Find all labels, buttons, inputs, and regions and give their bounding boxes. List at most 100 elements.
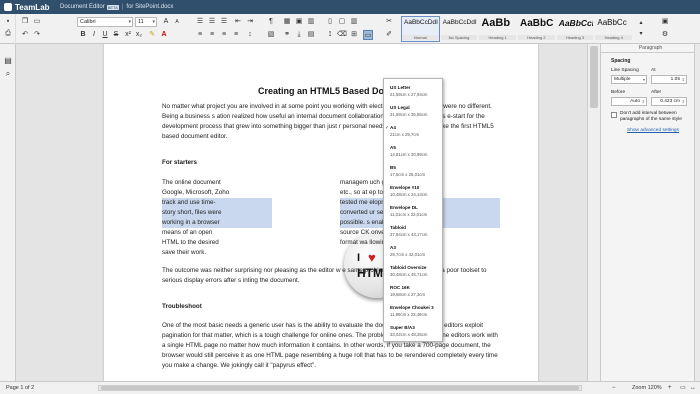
superscript-icon[interactable]: x² <box>123 30 133 40</box>
header-footer-icon[interactable]: ▤ <box>306 30 316 40</box>
badge-i: I <box>357 252 361 264</box>
increase-font-icon[interactable]: A <box>161 17 171 27</box>
multilevel-list-icon[interactable]: ☰ <box>219 17 229 27</box>
style-name: Heading 1 <box>479 35 517 40</box>
document-page[interactable]: Creating an HTML5 Based Do No matter wha… <box>104 44 538 381</box>
column-left: The online document Google, Microsoft, Z… <box>162 178 272 258</box>
underline-button[interactable]: U <box>100 30 110 40</box>
font-color-icon[interactable]: A <box>159 30 169 40</box>
app-title: Document Editor <box>60 4 105 10</box>
increase-indent-icon[interactable]: ⇥ <box>245 17 255 27</box>
page-size-tabloid[interactable]: Tabloid 27,94cm x 43,17cm <box>384 223 442 241</box>
before-spinner[interactable]: Auto ⇕ <box>611 97 647 106</box>
paragraph-settings-panel: Paragraph Spacing Line Spacing At Multip… <box>600 44 700 381</box>
shading-icon[interactable]: ▧ <box>266 30 276 40</box>
font-name-select[interactable]: Calibri ▾ <box>77 17 133 27</box>
align-center-icon[interactable]: ≡ <box>207 30 217 40</box>
vertical-scrollbar[interactable] <box>587 44 600 381</box>
print-icon[interactable]: ⎙ <box>4 30 12 38</box>
bold-button[interactable]: B <box>78 30 88 40</box>
columns-icon[interactable]: ▥ <box>349 17 359 27</box>
numbering-icon[interactable]: ☰ <box>207 17 217 27</box>
styles-scroll-down-icon[interactable]: ▾ <box>636 29 646 39</box>
page-size-us-letter[interactable]: US Letter 21,59cm x 27,94cm <box>384 83 442 101</box>
page-size-name: ROC 16K <box>390 285 410 290</box>
insert-chart-icon[interactable]: ▥ <box>306 17 316 27</box>
fit-width-icon[interactable]: ↔ <box>690 382 696 394</box>
horizontal-scrollbar[interactable] <box>98 385 582 391</box>
page-break-icon[interactable]: ⤓ <box>294 30 304 40</box>
strikethrough-button[interactable]: S <box>111 30 121 40</box>
decrease-font-icon[interactable]: A <box>172 17 182 27</box>
insert-table-icon[interactable]: ▦ <box>282 17 292 27</box>
copy-style-icon[interactable]: ✂ <box>384 17 394 27</box>
page-size-a4[interactable]: ✓ A4 21cm x 29,7cm <box>384 123 442 141</box>
copy-icon[interactable]: ❐ <box>20 17 30 27</box>
italic-button[interactable]: I <box>89 30 99 40</box>
show-advanced-settings-link[interactable]: Show advanced settings <box>627 128 679 133</box>
scrollbar-thumb[interactable] <box>101 386 579 390</box>
scrollbar-thumb[interactable] <box>590 46 598 108</box>
page-size-envelope-dl[interactable]: Envelope DL 11,01cm x 22,01cm <box>384 203 442 221</box>
insert-image-icon[interactable]: ▣ <box>294 17 304 27</box>
highlight-color-icon[interactable]: ✎ <box>147 30 157 40</box>
view-settings-icon[interactable]: ▣ <box>660 17 670 27</box>
at-spinner[interactable]: 1.05 ⇕ <box>651 75 687 84</box>
align-left-icon[interactable]: ≡ <box>195 30 205 40</box>
styles-scroll-up-icon[interactable]: ▴ <box>636 18 646 28</box>
fit-page-icon[interactable]: ▭ <box>680 382 686 394</box>
dropcap-icon[interactable]: ⊞ <box>349 30 359 40</box>
style-normal[interactable]: AaBbCcDdI Normal <box>401 16 440 42</box>
redo-icon[interactable]: ↷ <box>32 30 42 40</box>
line-spacing-icon[interactable]: ↕ <box>245 30 255 40</box>
align-right-icon[interactable]: ≡ <box>219 30 229 40</box>
style-heading-1[interactable]: AaBb Heading 1 <box>478 16 517 42</box>
wrap-icon[interactable]: ⟟ <box>325 30 335 40</box>
document-canvas[interactable]: Creating an HTML5 Based Do No matter wha… <box>16 44 587 381</box>
style-heading-4[interactable]: AaBbCc Heading 4 <box>594 16 633 42</box>
style-heading-2[interactable]: AaBbC Heading 2 <box>517 16 556 42</box>
page-size-name: US Letter <box>390 85 411 90</box>
page-size-envelope-choukei-3[interactable]: Envelope Choukei 3 11,99cm x 23,49cm <box>384 303 442 321</box>
settings-gear-icon[interactable]: ⚙ <box>660 30 670 40</box>
paint-format-icon[interactable]: ✐ <box>384 30 394 40</box>
insert-link-icon[interactable]: ⚭ <box>282 30 292 40</box>
undo-icon[interactable]: ↶ <box>20 30 30 40</box>
zoom-out-icon[interactable]: − <box>612 382 616 394</box>
text-line-selected: working in a browser <box>162 218 272 228</box>
page-size-super-b-a3[interactable]: Super B/A3 33,02cm x 48,25cm <box>384 323 442 341</box>
style-no-spacing[interactable]: AaBbCcDdI No Spacing <box>440 16 479 42</box>
file-menu-icon[interactable]: ▤ <box>3 56 13 66</box>
save-icon[interactable]: ▪ <box>4 18 12 26</box>
line-spacing-select[interactable]: Multiple ▾ <box>611 75 647 84</box>
style-heading-3[interactable]: AaBbCcI Heading 3 <box>556 16 595 42</box>
align-justify-icon[interactable]: ≡ <box>231 30 241 40</box>
margins-icon[interactable]: ▢ <box>337 17 347 27</box>
page-size-button[interactable]: ▭ <box>363 30 373 40</box>
page-size-us-legal[interactable]: US Legal 21,59cm x 35,56cm <box>384 103 442 121</box>
page-size-tabloid-oversize[interactable]: Tabloid Oversize 30,48cm x 45,71cm <box>384 263 442 281</box>
subscript-icon[interactable]: x₂ <box>134 30 144 40</box>
page-size-envelope-10[interactable]: Envelope #10 10,48cm x 24,13cm <box>384 183 442 201</box>
search-icon[interactable]: ⌕ <box>3 69 13 79</box>
page-size-a5[interactable]: A5 14,81cm x 20,99cm <box>384 143 442 161</box>
at-label: At <box>651 68 656 73</box>
app-logo[interactable]: TeamLab <box>4 3 56 12</box>
paste-icon[interactable]: ▭ <box>32 17 42 27</box>
decrease-indent-icon[interactable]: ⇤ <box>233 17 243 27</box>
page-size-name: A4 <box>390 125 396 130</box>
page-size-roc-16k[interactable]: ROC 16K 19,68cm x 27,3cm <box>384 283 442 301</box>
clear-style-icon[interactable]: ⌫ <box>337 30 347 40</box>
bullets-icon[interactable]: ☰ <box>195 17 205 27</box>
orientation-icon[interactable]: ▯ <box>325 17 335 27</box>
zoom-level[interactable]: Zoom 120% <box>632 382 662 394</box>
page-size-dims: 21,59cm x 27,94cm <box>390 92 428 97</box>
page-size-a3[interactable]: A3 29,7cm x 42,01cm <box>384 243 442 261</box>
style-sample: AaBbCc <box>597 18 627 27</box>
no-interval-checkbox[interactable] <box>611 112 617 118</box>
page-size-b5[interactable]: B5 17,6cm x 25,01cm <box>384 163 442 181</box>
zoom-in-icon[interactable]: + <box>668 382 672 394</box>
font-size-select[interactable]: 11 ▾ <box>135 17 157 27</box>
nonprinting-characters-icon[interactable]: ¶ <box>266 17 276 27</box>
after-spinner[interactable]: 0.423 cm ⇕ <box>651 97 687 106</box>
